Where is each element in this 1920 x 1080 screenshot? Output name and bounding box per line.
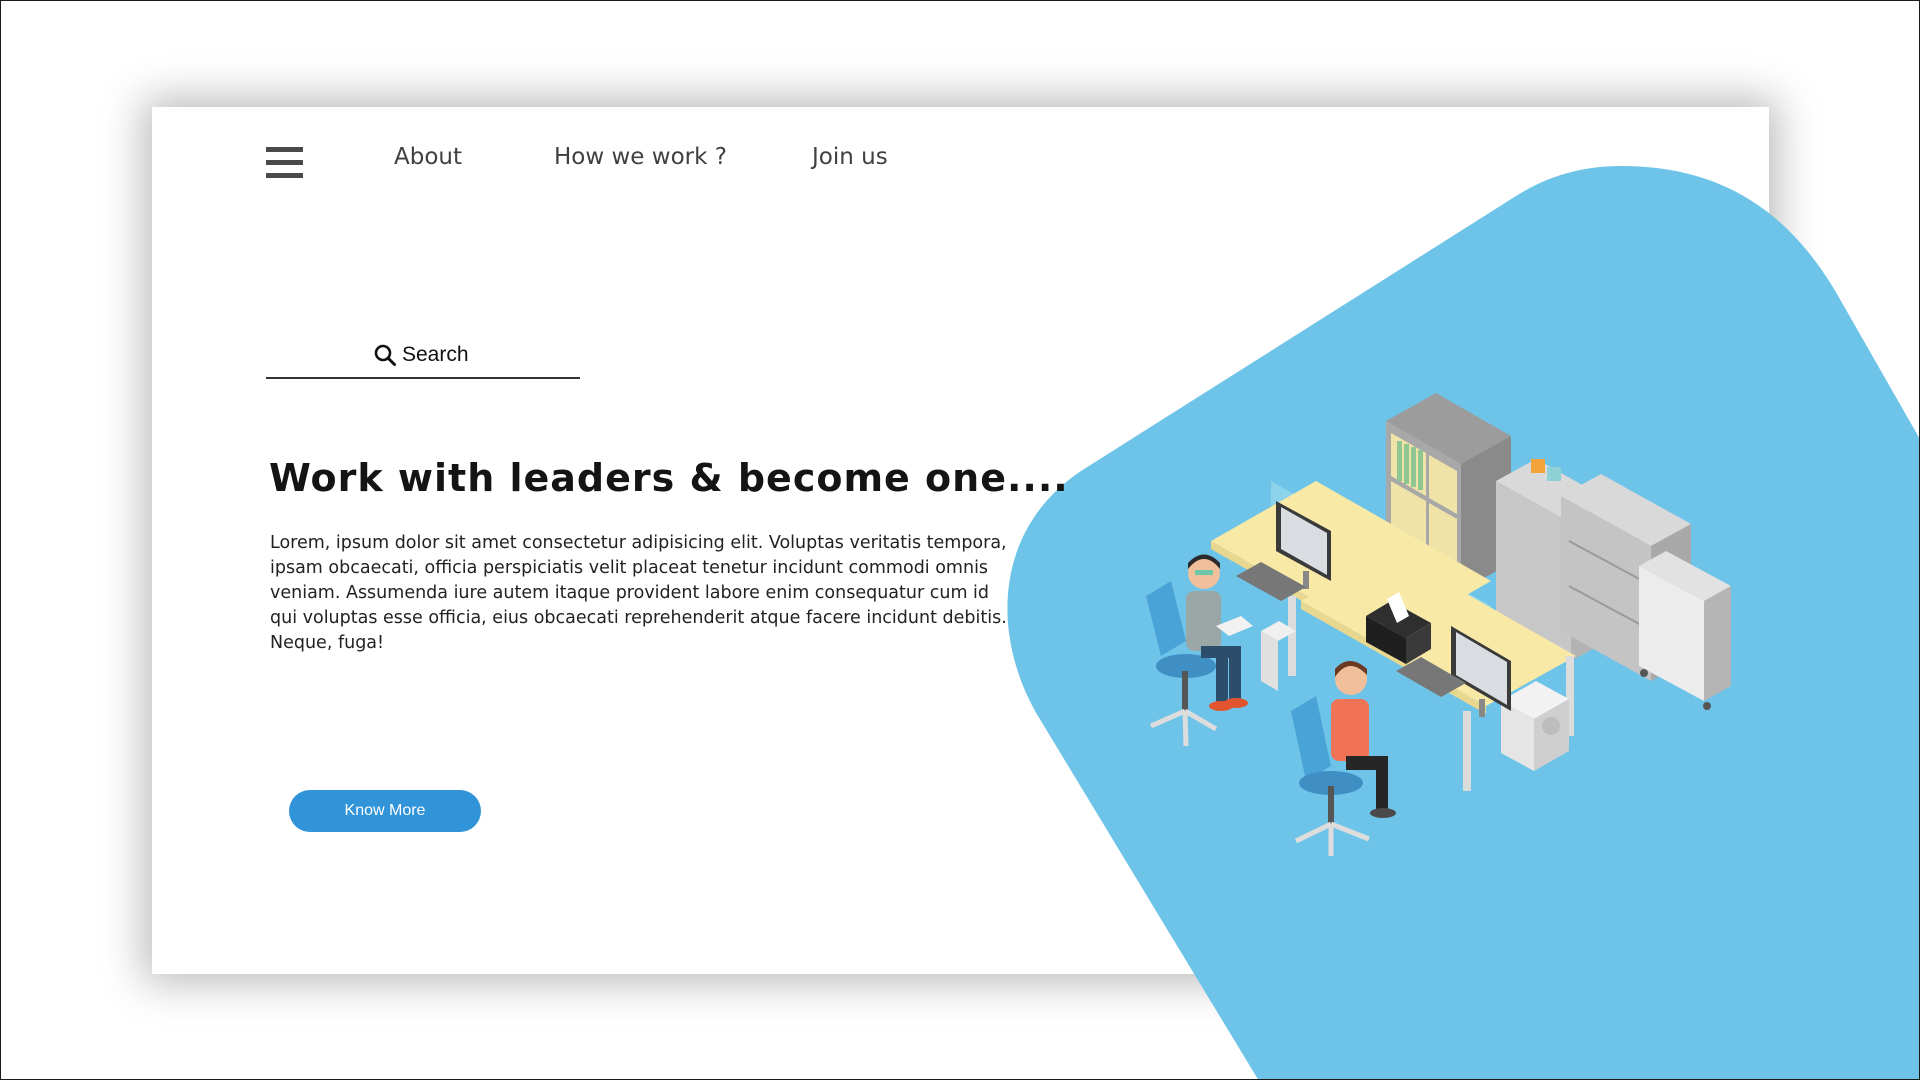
search-label: Search (402, 343, 469, 366)
nav-link-how-we-work[interactable]: How we work ? (554, 144, 727, 170)
nav-link-join-us[interactable]: Join us (812, 144, 888, 170)
office-workspace-illustration (1146, 393, 1731, 856)
person-illustration (1291, 661, 1396, 856)
hero-headline: Work with leaders & become one.... (269, 456, 1069, 500)
search-icon (374, 344, 396, 366)
person-illustration (1146, 554, 1253, 747)
nav-link-about[interactable]: About (394, 144, 462, 170)
know-more-button[interactable]: Know More (289, 790, 481, 832)
page-frame: About How we work ? Join us Search Work … (0, 0, 1920, 1080)
hamburger-menu-icon[interactable] (266, 147, 303, 179)
search-input[interactable]: Search (266, 341, 580, 379)
hero-body-text: Lorem, ipsum dolor sit amet consectetur … (270, 533, 1007, 653)
